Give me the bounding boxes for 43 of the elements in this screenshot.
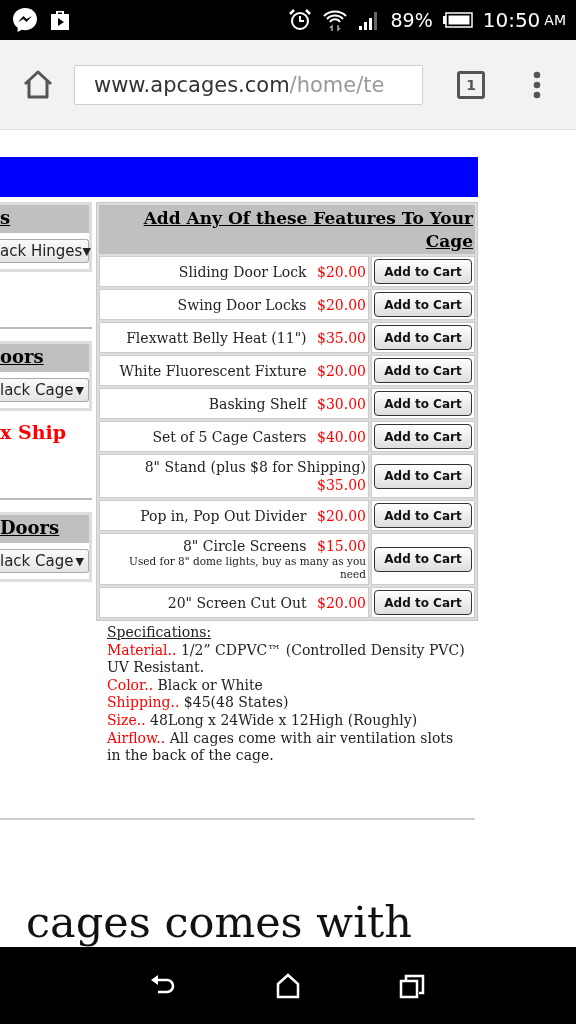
feature-cell: Sliding Door Lock $20.00: [99, 256, 369, 287]
add-to-cart-button[interactable]: Add to Cart: [374, 292, 472, 317]
dropdown[interactable]: ack Hinges▼: [0, 239, 89, 263]
add-to-cart-button[interactable]: Add to Cart: [374, 424, 472, 449]
add-to-cart-button[interactable]: Add to Cart: [374, 358, 472, 383]
specifications-text: Specifications: Material.. 1/2” CDPVC™ (Controlled Density PVC) UV Resistant. Color.. Black or White Shipping.. $45(48 States) Size.. 48Long x 24Wide x 12High (Roughly) Airflow.. All cages come with air ventilation slots in the back of the cage.: [107, 624, 466, 765]
clock-time: 10:50: [482, 8, 541, 32]
feature-cell: White Fluorescent Fixture $20.00: [99, 355, 369, 386]
messenger-icon: [12, 7, 38, 33]
address-field[interactable]: www.apcages.com/home/te: [74, 64, 423, 105]
add-to-cart-button[interactable]: Add to Cart: [374, 325, 472, 350]
table-heading: Add Any Of these Features To Your Cage: [99, 205, 475, 254]
add-to-cart-button[interactable]: Add to Cart: [374, 546, 472, 572]
add-to-cart-button[interactable]: Add to Cart: [374, 259, 472, 284]
feature-cell: Swing Door Locks $20.00: [99, 289, 369, 320]
alarm-icon: [288, 8, 313, 32]
home-icon[interactable]: [22, 69, 54, 100]
dropdown[interactable]: lack Cage▼: [0, 549, 89, 573]
add-to-cart-button[interactable]: Add to Cart: [374, 391, 472, 416]
feature-cell: 8" Stand (plus $8 for Shipping) $35.00: [99, 454, 369, 498]
feature-cell: Pop in, Pop Out Divider $20.00: [99, 500, 369, 531]
heading-text: cages comes with: [26, 897, 413, 946]
shipping-notice: x Ship: [0, 421, 67, 443]
add-to-cart-button[interactable]: Add to Cart: [374, 503, 472, 528]
clock-ampm: AM: [544, 12, 566, 28]
add-to-cart-button[interactable]: Add to Cart: [374, 590, 472, 615]
feature-cell: 20" Screen Cut Out $20.00: [99, 587, 369, 618]
battery-percent: 89%: [390, 9, 433, 31]
play-store-icon: [48, 8, 72, 32]
feature-cell: Set of 5 Cage Casters $40.00: [99, 421, 369, 452]
panel-heading: Doors: [0, 515, 89, 543]
home-icon[interactable]: [275, 972, 301, 999]
battery-icon: [442, 12, 473, 28]
panel-heading: oors: [0, 344, 89, 372]
panel-heading: s: [0, 205, 89, 233]
feature-cell: Flexwatt Belly Heat (11") $35.00: [99, 322, 369, 353]
dropdown[interactable]: lack Cage▼: [0, 378, 89, 402]
tab-count-button[interactable]: 1: [457, 70, 485, 99]
menu-icon[interactable]: [533, 70, 541, 99]
recent-apps-icon[interactable]: [399, 972, 427, 999]
add-to-cart-button[interactable]: Add to Cart: [374, 463, 472, 489]
feature-cell: Basking Shelf $30.00: [99, 388, 369, 419]
feature-cell: 8" Circle Screens $15.00 Used for 8" dome lights, buy as many as you need: [99, 533, 369, 585]
